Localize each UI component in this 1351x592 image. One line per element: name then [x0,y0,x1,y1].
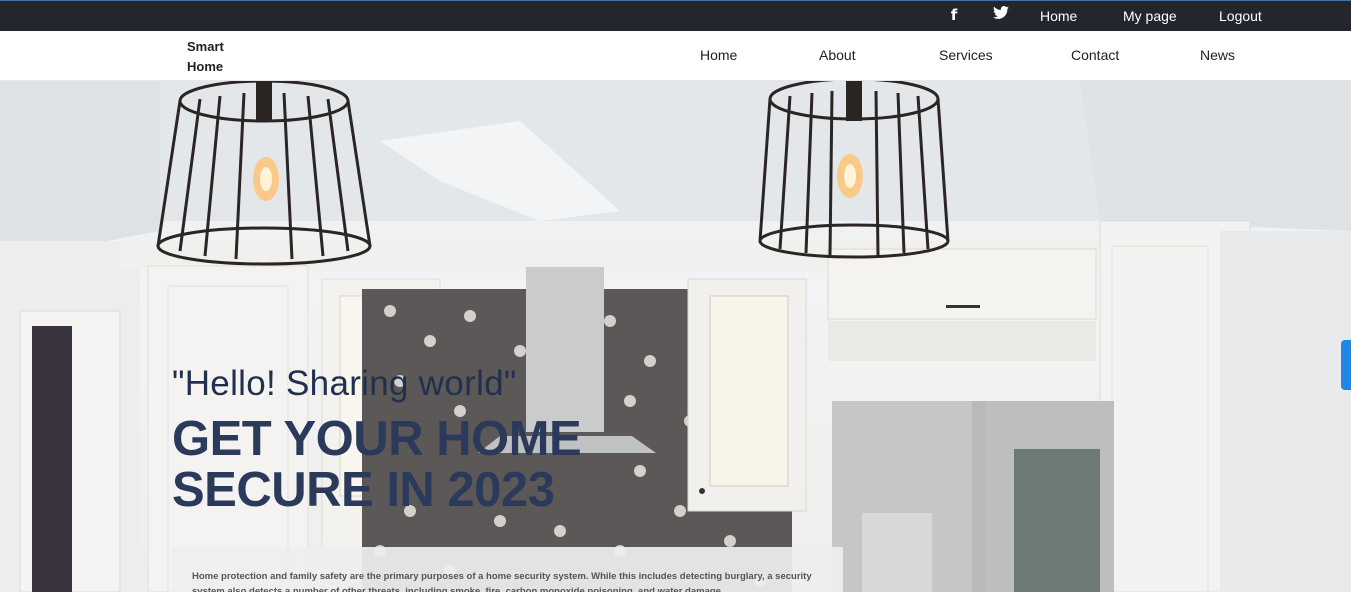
main-navbar: Smart Home Home About Services Contact N… [0,31,1351,81]
hero-section: "Hello! Sharing world" GET YOUR HOME SEC… [0,81,1351,592]
hero-description: Home protection and family safety are th… [192,571,812,592]
topbar-home-link[interactable]: Home [1040,8,1077,24]
facebook-icon[interactable]: f [944,6,964,24]
nav-item-home[interactable]: Home [700,47,737,63]
topbar-my-page-link[interactable]: My page [1123,8,1177,24]
side-feedback-tab[interactable] [1341,340,1351,390]
nav-item-about[interactable]: About [819,47,856,63]
brand-logo[interactable]: Smart Home [187,37,247,77]
nav-item-contact[interactable]: Contact [1071,47,1119,63]
twitter-icon[interactable] [991,6,1011,24]
hero-headline: GET YOUR HOME SECURE IN 2023 [172,412,582,517]
nav-item-services[interactable]: Services [939,47,993,63]
hero-tagline: "Hello! Sharing world" [172,364,517,403]
nav-item-news[interactable]: News [1200,47,1235,63]
top-utility-bar: f Home My page Logout [0,0,1351,31]
hero-description-box: Home protection and family safety are th… [172,547,843,592]
topbar-logout-link[interactable]: Logout [1219,8,1262,24]
